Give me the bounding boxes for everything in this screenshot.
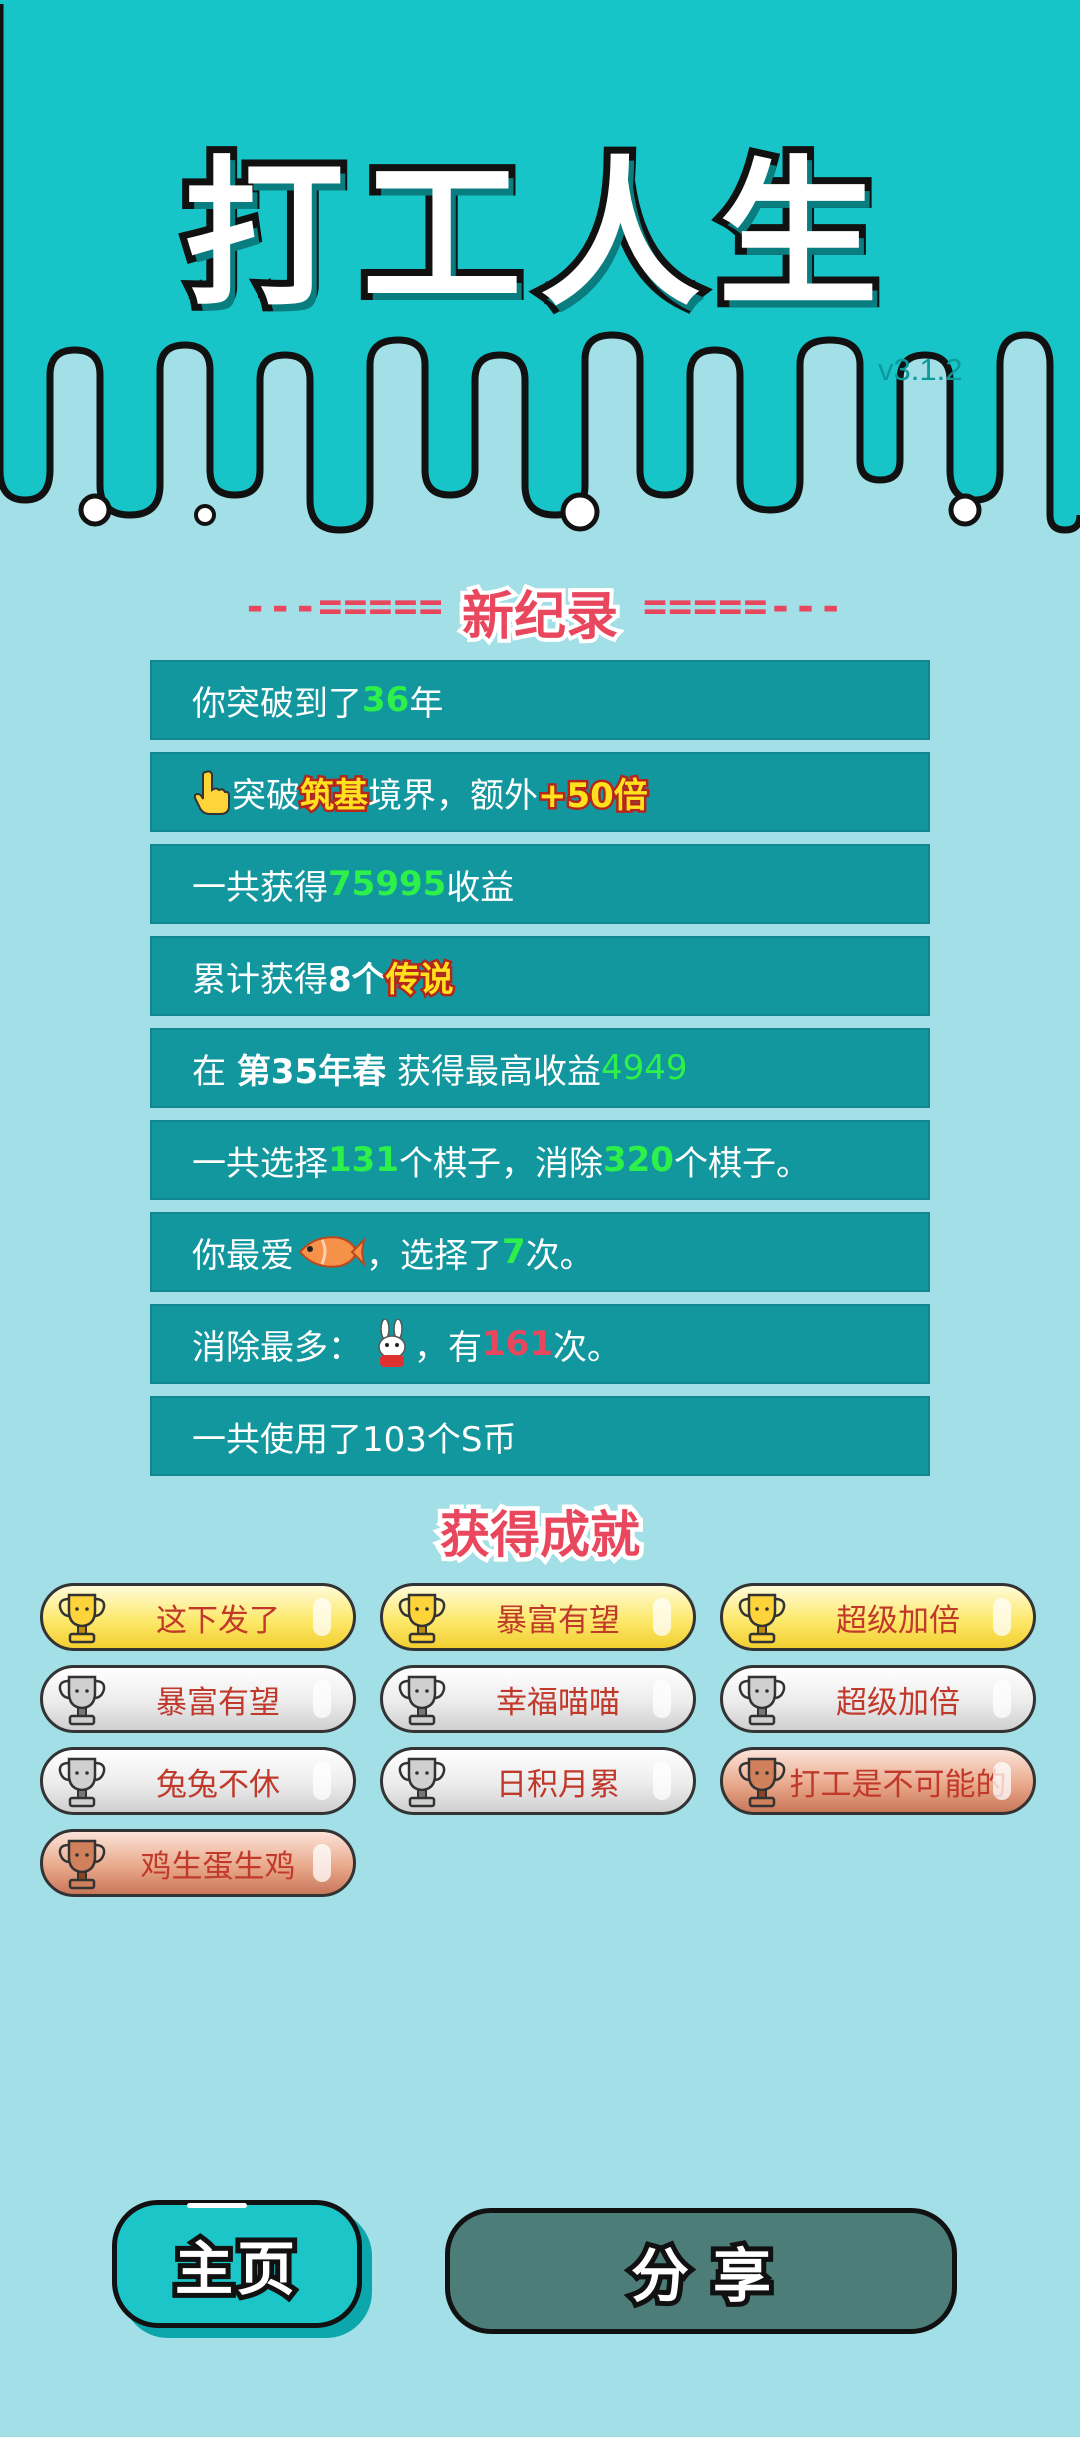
record-row-total-income: 一共获得 75995 收益 [150,844,930,924]
row-text: 在 [192,1051,237,1092]
badge-shine [313,1598,331,1636]
row-text: 年 [409,683,444,724]
record-row-pieces: 一共选择 131 个棋子，消除 320 个棋子。 [150,1120,930,1200]
achievement-badge[interactable]: 暴富有望 [40,1665,356,1733]
trophy-icon [738,1757,786,1808]
badge-shine [993,1680,1011,1718]
income-value: 75995 [328,864,447,904]
row-text: 你突破到了 [192,683,362,724]
row-text: ，有 [414,1327,482,1368]
row-text: 个棋子。 [673,1143,810,1184]
version-label: v3.1.2 [878,352,963,387]
button-highlight [187,2203,247,2208]
achievement-badge[interactable]: 打工是不可能的 [720,1747,1036,1815]
row-text: 个棋子，消除 [398,1143,603,1184]
trophy-icon [58,1757,106,1808]
record-list: 你突破到了 36 年 突破 筑基 境界，额外 +50倍 一共获得 75995 收益 累计获得 8… [150,660,930,1488]
achievement-badge[interactable]: 鸡生蛋生鸡 [40,1829,356,1897]
trophy-icon [58,1593,106,1644]
trophy-icon [398,1675,446,1726]
record-row-favorite: 你最爱 ，选择了 7 次。 [150,1212,930,1292]
achievement-badge[interactable]: 幸福喵喵 [380,1665,696,1733]
achievements-title: 获得成就 [436,1502,645,1569]
pieces-selected: 131 [328,1140,399,1180]
record-row-best-income: 在 第35年春 获得最高收益 4949 [150,1028,930,1108]
row-text: ，选择了 [366,1235,502,1276]
row-text: 突破 [232,775,300,816]
share-button[interactable]: 分享 [445,2208,957,2334]
trophy-icon [738,1593,786,1644]
season-label: 第35年春 [236,1051,387,1092]
record-row-years: 你突破到了 36 年 [150,660,930,740]
achievement-badge[interactable]: 日积月累 [380,1747,696,1815]
rabbit-icon [378,1319,406,1367]
row-text: 你最爱 [192,1235,294,1276]
pointing-hand-icon [193,770,230,815]
record-row-breakthrough: 突破 筑基 境界，额外 +50倍 [150,752,930,832]
badge-shine [993,1762,1011,1800]
record-row-most-eliminated: 消除最多： ，有 161 次。 [150,1304,930,1384]
badge-shine [313,1762,331,1800]
new-record-heading: ---===== 新纪录 =====--- [0,570,1080,651]
achievement-badge[interactable]: 超级加倍 [720,1583,1036,1651]
new-record-title: 新纪录 [458,583,622,651]
heading-dashes-right: =====--- [643,584,844,630]
row-text: 一共选择 [192,1143,328,1184]
achievement-badge[interactable]: 暴富有望 [380,1583,696,1651]
achievement-badge[interactable]: 兔兔不休 [40,1747,356,1815]
badge-shine [653,1680,671,1718]
row-text: 获得最高收益 [386,1051,601,1092]
achievement-badge[interactable]: 超级加倍 [720,1665,1036,1733]
row-text: 一共获得 [192,867,328,908]
best-income-value: 4949 [600,1048,688,1088]
record-row-legends: 累计获得 8个 传说 [150,936,930,1016]
row-text: 次。 [552,1327,621,1368]
trophy-icon [738,1675,786,1726]
row-text: 一共使用了103个S币 [192,1419,517,1460]
share-button-label: 分享 [626,2237,795,2315]
trophy-icon [398,1593,446,1644]
row-text: 境界，额外 [368,775,538,816]
badge-shine [653,1762,671,1800]
home-button-label: 主页 [170,2230,300,2308]
home-button[interactable]: 主页 [112,2200,362,2328]
pieces-eliminated: 320 [602,1140,674,1180]
years-value: 36 [362,680,410,720]
realm-name: 筑基 [298,773,371,818]
trophy-icon [398,1757,446,1808]
row-text: 次。 [525,1235,594,1276]
eliminated-count: 161 [482,1324,553,1364]
achievement-badge[interactable]: 这下发了 [40,1583,356,1651]
badge-shine [993,1598,1011,1636]
badge-shine [313,1680,331,1718]
badge-shine [313,1844,331,1882]
legend-label: 传说 [383,957,456,1002]
badge-shine [653,1598,671,1636]
trophy-icon [58,1675,106,1726]
row-text: 累计获得 [192,959,328,1000]
row-text: 收益 [446,867,515,908]
fish-icon [298,1236,366,1268]
legend-count: 8个 [328,959,386,1000]
bonus-multiplier: +50倍 [536,773,651,818]
game-title: 打工人生 [177,134,896,335]
row-text: 消除最多： [192,1327,362,1368]
trophy-icon [58,1839,106,1890]
favorite-count: 7 [502,1232,526,1272]
record-row-coins: 一共使用了103个S币 [150,1396,930,1476]
